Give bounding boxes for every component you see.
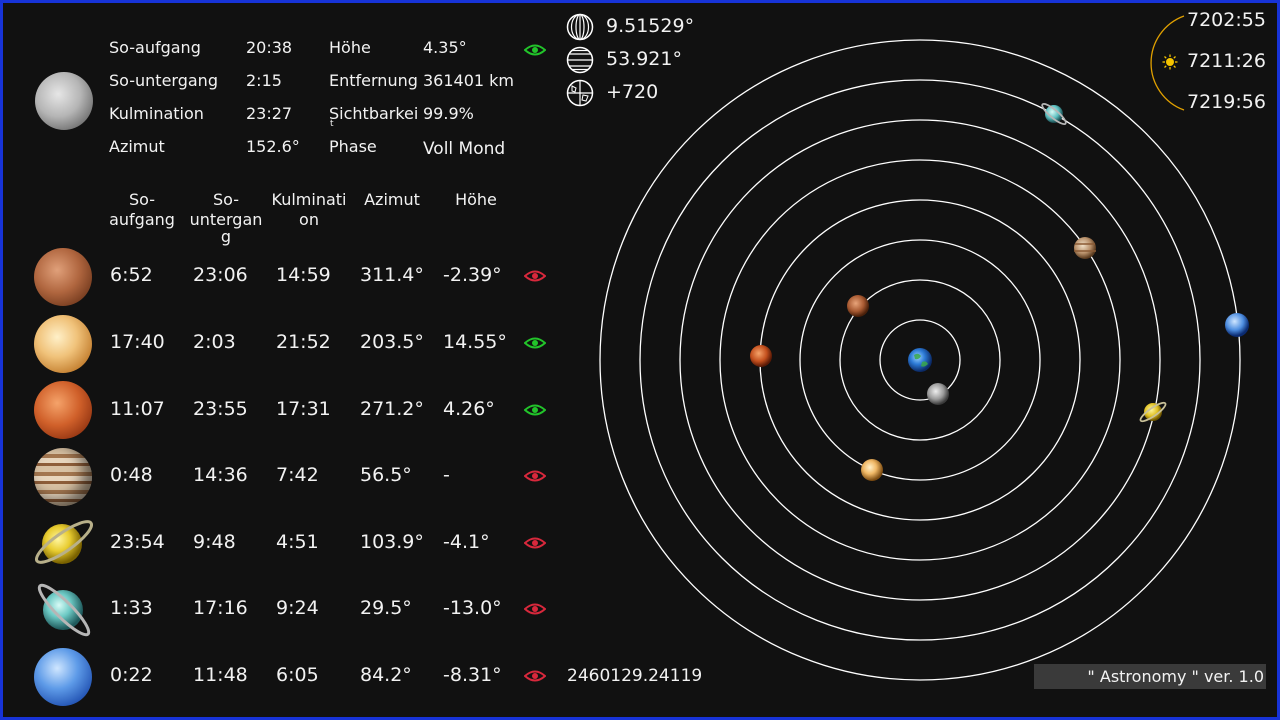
saturn-azimuth: 103.9° xyxy=(360,531,424,553)
moon-phase-value: Voll Mond xyxy=(423,139,506,159)
sun-time-top: 7202:55 xyxy=(1187,9,1266,31)
neptune-culmination: 6:05 xyxy=(276,664,319,686)
header-rise: So-aufgang xyxy=(109,190,175,229)
mercury-azimuth: 311.4° xyxy=(360,264,424,286)
moon-set-label: So-untergang xyxy=(109,71,218,90)
venus-marker xyxy=(861,459,883,481)
moon-visibility-label-wrap: t xyxy=(330,119,334,129)
neptune-set: 11:48 xyxy=(193,664,248,686)
neptune-marker xyxy=(1225,313,1249,337)
moon-visible-eye-icon xyxy=(524,44,546,56)
jupiter-altitude: - xyxy=(443,464,450,486)
orbit-view xyxy=(599,39,1249,681)
saturn-rise: 23:54 xyxy=(110,531,165,553)
uranus-hidden-eye-icon xyxy=(524,603,546,615)
earth-marker xyxy=(908,348,932,372)
saturn-set: 9:48 xyxy=(193,531,236,553)
moon-icon xyxy=(35,72,93,130)
neptune-rise: 0:22 xyxy=(110,664,153,686)
moon-distance-value: 361401 km xyxy=(423,71,515,90)
jupiter-set: 14:36 xyxy=(193,464,248,486)
mars-culmination: 17:31 xyxy=(276,398,331,420)
neptune-altitude: -8.31° xyxy=(443,664,502,686)
mercury-marker xyxy=(847,295,869,317)
saturn-altitude: -4.1° xyxy=(443,531,490,553)
mercury-icon xyxy=(34,248,92,306)
mercury-altitude: -2.39° xyxy=(443,264,502,286)
mercury-set: 23:06 xyxy=(193,264,248,286)
moon-altitude-value: 4.35° xyxy=(423,38,467,57)
saturn-hidden-eye-icon xyxy=(524,537,546,549)
sun-time-middle: 7211:26 xyxy=(1187,50,1266,72)
saturn-culmination: 4:51 xyxy=(276,531,319,553)
neptune-hidden-eye-icon xyxy=(524,670,546,682)
moon-rise-label: So-aufgang xyxy=(109,38,201,57)
jupiter-azimuth: 56.5° xyxy=(360,464,412,486)
mars-icon xyxy=(34,381,92,439)
moon-azimuth-value: 152.6° xyxy=(246,137,300,156)
uranus-altitude: -13.0° xyxy=(443,597,502,619)
julian-date: 2460129.24119 xyxy=(567,666,703,686)
neptune-azimuth: 84.2° xyxy=(360,664,412,686)
jupiter-culmination: 7:42 xyxy=(276,464,319,486)
sun-icon xyxy=(1162,54,1178,70)
moon-altitude-label: Höhe xyxy=(329,38,371,57)
mars-altitude: 4.26° xyxy=(443,398,495,420)
header-culmination: Kulminati on xyxy=(271,190,347,229)
moon-visibility-label: Sichtbarkei xyxy=(329,104,419,123)
moon-azimuth-label: Azimut xyxy=(109,137,165,156)
mars-azimuth: 271.2° xyxy=(360,398,424,420)
header-altitude: Höhe xyxy=(455,190,497,209)
jupiter-icon xyxy=(34,448,92,506)
mars-rise: 11:07 xyxy=(110,398,165,420)
jupiter-marker xyxy=(1074,237,1096,259)
mars-marker xyxy=(750,345,772,367)
uranus-culmination: 9:24 xyxy=(276,597,319,619)
jupiter-rise: 0:48 xyxy=(110,464,153,486)
moon-set-value: 2:15 xyxy=(246,71,282,90)
mercury-hidden-eye-icon xyxy=(524,270,546,282)
moon-culmination-label: Kulmination xyxy=(109,104,204,123)
moon-phase-label: Phase xyxy=(329,137,377,156)
header-azimuth: Azimut xyxy=(364,190,420,209)
neptune-icon xyxy=(34,648,92,706)
venus-rise: 17:40 xyxy=(110,331,165,353)
uranus-marker xyxy=(1041,102,1067,126)
venus-azimuth: 203.5° xyxy=(360,331,424,353)
saturn-marker xyxy=(1139,401,1167,423)
moon-visibility-value: 99.9% xyxy=(423,104,474,123)
uranus-azimuth: 29.5° xyxy=(360,597,412,619)
sun-time-bottom: 7219:56 xyxy=(1187,91,1266,113)
uranus-icon xyxy=(37,583,91,637)
venus-visible-eye-icon xyxy=(524,337,546,349)
jupiter-hidden-eye-icon xyxy=(524,470,546,482)
moon-culmination-value: 23:27 xyxy=(246,104,293,123)
mars-visible-eye-icon xyxy=(524,404,546,416)
uranus-set: 17:16 xyxy=(193,597,248,619)
venus-set: 2:03 xyxy=(193,331,236,353)
saturn-icon xyxy=(34,520,94,564)
moon-marker xyxy=(927,383,949,405)
venus-icon xyxy=(34,315,92,373)
uranus-rise: 1:33 xyxy=(110,597,153,619)
venus-culmination: 21:52 xyxy=(276,331,331,353)
mercury-culmination: 14:59 xyxy=(276,264,331,286)
version-label: " Astronomy " ver. 1.0 xyxy=(1034,664,1266,689)
mercury-rise: 6:52 xyxy=(110,264,153,286)
venus-altitude: 14.55° xyxy=(443,331,507,353)
header-set: So-untergan g xyxy=(189,190,263,246)
mars-set: 23:55 xyxy=(193,398,248,420)
moon-distance-label: Entfernung xyxy=(329,71,418,90)
moon-rise-value: 20:38 xyxy=(246,38,293,57)
